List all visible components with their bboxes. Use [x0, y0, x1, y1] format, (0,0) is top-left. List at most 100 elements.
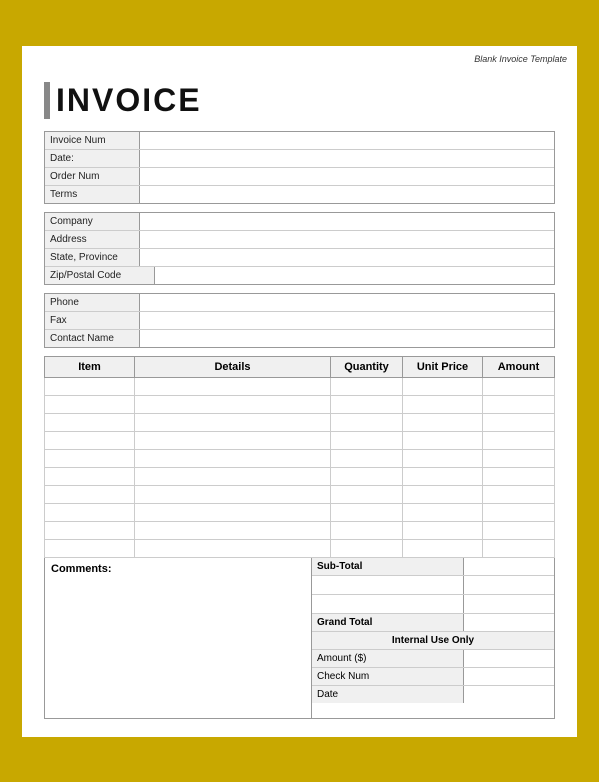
subtotal-value[interactable] — [464, 558, 554, 575]
cell-quantity[interactable] — [331, 377, 403, 395]
table-row — [45, 521, 555, 539]
cell-unit-price[interactable] — [403, 539, 483, 557]
cell-unit-price[interactable] — [403, 521, 483, 539]
order-num-label: Order Num — [45, 168, 140, 185]
cell-amount[interactable] — [483, 521, 555, 539]
table-row — [45, 431, 555, 449]
cell-quantity[interactable] — [331, 413, 403, 431]
cell-item[interactable] — [45, 413, 135, 431]
date-input[interactable] — [140, 150, 554, 167]
cell-item[interactable] — [45, 467, 135, 485]
cell-amount[interactable] — [483, 431, 555, 449]
state-input[interactable] — [140, 249, 554, 266]
cell-details[interactable] — [135, 521, 331, 539]
invoice-page: Blank Invoice Template INVOICE Invoice N… — [20, 44, 579, 739]
grand-total-label: Grand Total — [312, 614, 464, 631]
phone-label: Phone — [45, 294, 140, 311]
table-row — [45, 539, 555, 557]
cell-quantity[interactable] — [331, 539, 403, 557]
col-header-quantity: Quantity — [331, 356, 403, 377]
cell-amount[interactable] — [483, 467, 555, 485]
cell-details[interactable] — [135, 485, 331, 503]
order-num-row: Order Num — [45, 168, 554, 186]
table-row — [45, 413, 555, 431]
cell-amount[interactable] — [483, 449, 555, 467]
totals-area: Sub-Total Grand Total Internal Use Only … — [312, 558, 554, 718]
cell-unit-price[interactable] — [403, 413, 483, 431]
cell-details[interactable] — [135, 449, 331, 467]
grand-total-row: Grand Total — [312, 614, 554, 632]
cell-quantity[interactable] — [331, 467, 403, 485]
grand-total-value[interactable] — [464, 614, 554, 631]
cell-unit-price[interactable] — [403, 449, 483, 467]
cell-amount[interactable] — [483, 413, 555, 431]
cell-unit-price[interactable] — [403, 503, 483, 521]
cell-item[interactable] — [45, 377, 135, 395]
cell-amount[interactable] — [483, 485, 555, 503]
amount-s-value[interactable] — [464, 650, 554, 667]
order-num-input[interactable] — [140, 168, 554, 185]
cell-unit-price[interactable] — [403, 467, 483, 485]
cell-amount[interactable] — [483, 395, 555, 413]
cell-details[interactable] — [135, 467, 331, 485]
company-label: Company — [45, 213, 140, 230]
contact-info-section: Phone Fax Contact Name — [44, 293, 555, 348]
cell-quantity[interactable] — [331, 449, 403, 467]
check-num-value[interactable] — [464, 668, 554, 685]
cell-quantity[interactable] — [331, 485, 403, 503]
address-label: Address — [45, 231, 140, 248]
phone-row: Phone — [45, 294, 554, 312]
cell-item[interactable] — [45, 521, 135, 539]
cell-quantity[interactable] — [331, 431, 403, 449]
invoice-num-input[interactable] — [140, 132, 554, 149]
terms-input[interactable] — [140, 186, 554, 203]
date-totals-value[interactable] — [464, 686, 554, 703]
spacer-row-1 — [312, 576, 554, 595]
company-input[interactable] — [140, 213, 554, 230]
table-row — [45, 503, 555, 521]
zip-input[interactable] — [155, 267, 554, 284]
cell-details[interactable] — [135, 395, 331, 413]
phone-input[interactable] — [140, 294, 554, 311]
cell-item[interactable] — [45, 485, 135, 503]
cell-unit-price[interactable] — [403, 377, 483, 395]
check-num-label: Check Num — [312, 668, 464, 685]
cell-unit-price[interactable] — [403, 395, 483, 413]
cell-quantity[interactable] — [331, 503, 403, 521]
cell-amount[interactable] — [483, 377, 555, 395]
cell-item[interactable] — [45, 539, 135, 557]
cell-amount[interactable] — [483, 539, 555, 557]
cell-item[interactable] — [45, 449, 135, 467]
cell-details[interactable] — [135, 413, 331, 431]
cell-details[interactable] — [135, 503, 331, 521]
cell-item[interactable] — [45, 395, 135, 413]
cell-quantity[interactable] — [331, 521, 403, 539]
fax-input[interactable] — [140, 312, 554, 329]
zip-label: Zip/Postal Code — [45, 267, 155, 284]
cell-item[interactable] — [45, 503, 135, 521]
contact-name-input[interactable] — [140, 330, 554, 347]
cell-item[interactable] — [45, 431, 135, 449]
terms-label: Terms — [45, 186, 140, 203]
cell-unit-price[interactable] — [403, 431, 483, 449]
col-header-item: Item — [45, 356, 135, 377]
col-header-amount: Amount — [483, 356, 555, 377]
fax-row: Fax — [45, 312, 554, 330]
cell-amount[interactable] — [483, 503, 555, 521]
company-row: Company — [45, 213, 554, 231]
cell-details[interactable] — [135, 539, 331, 557]
table-row — [45, 395, 555, 413]
subtotal-row: Sub-Total — [312, 558, 554, 576]
contact-name-row: Contact Name — [45, 330, 554, 347]
cell-details[interactable] — [135, 431, 331, 449]
table-row — [45, 467, 555, 485]
cell-quantity[interactable] — [331, 395, 403, 413]
items-table: Item Details Quantity Unit Price Amount — [44, 356, 555, 558]
col-header-details: Details — [135, 356, 331, 377]
internal-use-header: Internal Use Only — [312, 632, 554, 650]
date-totals-row: Date — [312, 686, 554, 703]
comments-area[interactable]: Comments: — [45, 558, 312, 718]
address-input[interactable] — [140, 231, 554, 248]
cell-details[interactable] — [135, 377, 331, 395]
cell-unit-price[interactable] — [403, 485, 483, 503]
